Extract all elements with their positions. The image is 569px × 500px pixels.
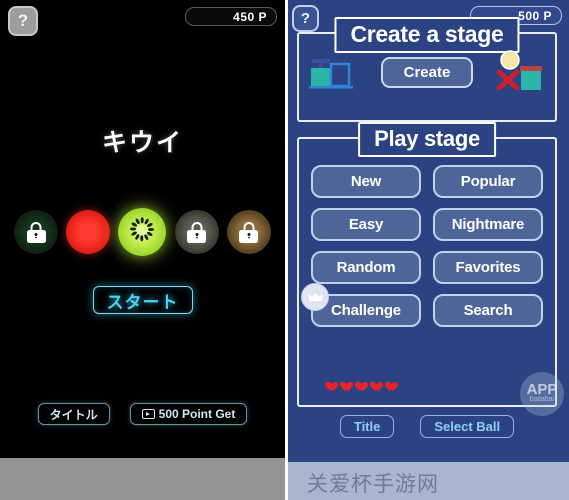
right-footer-bar: 关爱杯手游网 xyxy=(285,462,569,500)
panel-divider xyxy=(285,0,288,500)
stage-play-preview-icon xyxy=(495,48,547,94)
heart-icon xyxy=(327,382,338,393)
play-mode-nightmare[interactable]: Nightmare xyxy=(433,208,543,241)
app-watermark-line1: APP xyxy=(526,381,558,398)
button-label: Search xyxy=(463,302,513,319)
point-get-label: 500 Point Get xyxy=(158,407,236,421)
create-stage-heading: Create a stage xyxy=(334,17,520,53)
button-label: Challenge xyxy=(331,302,401,319)
button-label: Select Ball xyxy=(434,419,501,434)
create-stage-section: Create a stage Create xyxy=(297,17,557,122)
help-label: ? xyxy=(17,11,29,30)
selected-ball-title: キウイ xyxy=(101,129,183,157)
play-mode-challenge[interactable]: Challenge xyxy=(301,283,421,327)
site-watermark: 关爱杯手游网 xyxy=(307,472,439,496)
ball-slot-locked-1[interactable] xyxy=(14,210,59,254)
left-game-stage: ? 450 P キウイ スタート タイトル 500 Point Get xyxy=(0,0,285,458)
kiwi-seeds xyxy=(118,208,166,256)
lock-icon xyxy=(239,221,259,243)
ball-selector-row xyxy=(0,207,285,257)
help-button[interactable]: ? xyxy=(292,5,319,32)
start-label: スタート xyxy=(106,292,179,312)
heart-icon xyxy=(387,382,398,393)
select-ball-button[interactable]: Select Ball xyxy=(420,415,515,438)
heart-icon xyxy=(342,382,353,393)
left-footer-bar xyxy=(0,458,285,500)
button-label: Random xyxy=(336,259,396,276)
play-mode-random[interactable]: Random xyxy=(311,251,421,284)
crown-icon xyxy=(301,283,329,311)
button-label: New xyxy=(350,173,382,190)
right-panel-stage-menu: ? 500 P Create a stage Create Play stage… xyxy=(285,0,569,500)
lock-icon xyxy=(26,221,46,243)
ball-slot-locked-4[interactable] xyxy=(174,210,219,254)
points-value: 500 P xyxy=(518,8,552,23)
play-mode-button-grid: New Popular Easy Nightmare Random Favori… xyxy=(301,165,543,327)
help-button[interactable]: ? xyxy=(8,6,38,36)
play-mode-easy[interactable]: Easy xyxy=(311,208,421,241)
ball-slot-locked-5[interactable] xyxy=(226,210,271,254)
play-stage-section: Play stage New Popular Easy Nightmare Ra… xyxy=(297,122,557,407)
play-mode-favorites[interactable]: Favorites xyxy=(433,251,543,284)
play-stage-heading: Play stage xyxy=(358,122,496,157)
points-badge: 450 P xyxy=(185,7,277,26)
play-mode-new[interactable]: New xyxy=(311,165,421,198)
challenge-lives-hearts xyxy=(327,382,398,393)
create-label: Create xyxy=(403,64,451,81)
app-watermark: APP bailabai xyxy=(520,372,564,416)
button-label: Easy xyxy=(348,216,384,233)
title-label: タイトル xyxy=(49,407,98,422)
left-panel-ball-select: ? 450 P キウイ スタート タイトル 500 Point Get xyxy=(0,0,285,500)
button-label: Nightmare xyxy=(451,216,525,233)
play-mode-search[interactable]: Search xyxy=(433,294,543,327)
points-value: 450 P xyxy=(233,9,267,24)
right-footer-buttons: Title Select Ball xyxy=(285,415,569,438)
button-label: Title xyxy=(353,419,381,434)
stage-build-icon xyxy=(309,56,357,92)
create-button[interactable]: Create xyxy=(381,57,473,88)
help-label: ? xyxy=(300,10,311,27)
heart-icon xyxy=(372,382,383,393)
left-footer-buttons: タイトル 500 Point Get xyxy=(0,403,285,425)
app-screenshot: ? 450 P キウイ スタート タイトル 500 Point Get ? 50… xyxy=(0,0,569,500)
title-button[interactable]: Title xyxy=(339,415,395,438)
button-label: Favorites xyxy=(455,259,521,276)
point-get-button[interactable]: 500 Point Get xyxy=(129,403,248,425)
start-button[interactable]: スタート xyxy=(92,286,193,314)
play-mode-popular[interactable]: Popular xyxy=(433,165,543,198)
heart-icon xyxy=(357,382,368,393)
title-button[interactable]: タイトル xyxy=(37,403,110,425)
ball-slot-watermelon[interactable] xyxy=(66,210,111,254)
video-ad-icon xyxy=(141,409,155,419)
ball-slot-kiwi-selected[interactable] xyxy=(118,208,167,256)
right-game-stage: ? 500 P Create a stage Create Play stage… xyxy=(285,0,569,462)
app-watermark-line2: bailabai xyxy=(529,396,555,403)
button-label: Popular xyxy=(460,173,516,190)
lock-icon xyxy=(187,221,207,243)
